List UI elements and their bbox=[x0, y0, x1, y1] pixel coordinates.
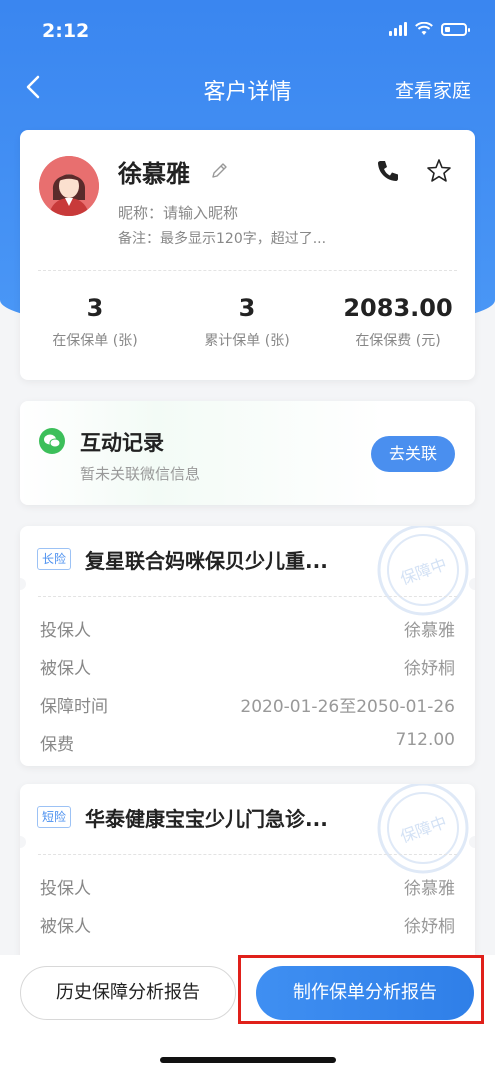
home-indicator bbox=[160, 1057, 336, 1063]
policy-card[interactable]: 短险 华泰健康宝宝少儿门急诊... 保障中 投保人徐慕雅 被保人徐妤桐 保障时间… bbox=[20, 784, 475, 984]
divider bbox=[38, 270, 457, 271]
policy-name: 复星联合妈咪保贝少儿重... bbox=[85, 549, 328, 573]
policy-row: 保障时间 2020-01-26至2050-01-26 bbox=[40, 697, 455, 717]
highlight-box bbox=[238, 955, 484, 1024]
policy-name: 华泰健康宝宝少儿门急诊... bbox=[85, 807, 328, 831]
policy-type-tag: 长险 bbox=[37, 548, 72, 570]
phone-icon[interactable] bbox=[375, 158, 401, 184]
view-family-link[interactable]: 查看家庭 bbox=[395, 76, 471, 103]
link-wechat-button[interactable]: 去关联 bbox=[371, 436, 455, 472]
policy-row: 被保人 徐妤桐 bbox=[40, 659, 455, 679]
divider bbox=[38, 596, 457, 597]
policy-type-tag: 短险 bbox=[37, 806, 72, 828]
policy-card[interactable]: 长险 复星联合妈咪保贝少儿重... 保障中 投保人 徐慕雅 被保人 徐妤桐 保障时间… bbox=[20, 526, 475, 766]
status-time: 2:12 bbox=[42, 20, 90, 42]
wifi-icon bbox=[415, 22, 433, 35]
wechat-icon bbox=[39, 428, 65, 454]
bottom-action-bar: 历史保障分析报告 制作保单分析报告 bbox=[0, 955, 495, 1080]
avatar bbox=[39, 156, 99, 216]
customer-profile-card: 徐慕雅 昵称：请输入昵称 备注：最多显示120字，超过了... 3 在保保单 (… bbox=[20, 130, 475, 380]
nav-bar: 客户详情 查看家庭 bbox=[0, 62, 495, 112]
stat-active-policies: 3 在保保单 (张) bbox=[52, 294, 138, 349]
in-coverage-stamp: 保障中 bbox=[377, 784, 469, 874]
nickname-field[interactable]: 昵称：请输入昵称 bbox=[118, 202, 238, 223]
interaction-subtitle: 暂未关联微信信息 bbox=[80, 465, 201, 483]
policy-row: 投保人 徐慕雅 bbox=[40, 621, 455, 641]
status-bar: 2:12 bbox=[0, 0, 495, 60]
customer-name: 徐慕雅 bbox=[118, 160, 190, 188]
divider bbox=[38, 854, 457, 855]
interaction-record-card: 互动记录 暂未关联微信信息 去关联 bbox=[20, 401, 475, 505]
policy-row: 投保人 徐慕雅 bbox=[40, 879, 455, 899]
stat-active-premium: 2083.00 在保保费 (元) bbox=[343, 294, 453, 349]
in-coverage-stamp: 保障中 bbox=[377, 526, 469, 616]
signal-icon bbox=[389, 22, 407, 36]
interaction-title: 互动记录 bbox=[80, 431, 164, 455]
stamp-label: 保障中 bbox=[398, 554, 450, 588]
history-report-button[interactable]: 历史保障分析报告 bbox=[20, 966, 236, 1020]
policy-row: 保费 712.00 bbox=[40, 730, 455, 755]
stat-total-policies: 3 累计保单 (张) bbox=[204, 294, 290, 349]
note-text: 备注：最多显示120字，超过了... bbox=[118, 231, 327, 247]
favorite-star-icon[interactable] bbox=[425, 157, 453, 185]
battery-icon bbox=[441, 22, 470, 36]
stamp-label: 保障中 bbox=[398, 812, 450, 846]
policy-row: 被保人 徐妤桐 bbox=[40, 917, 455, 937]
edit-pencil-icon[interactable] bbox=[210, 160, 230, 180]
